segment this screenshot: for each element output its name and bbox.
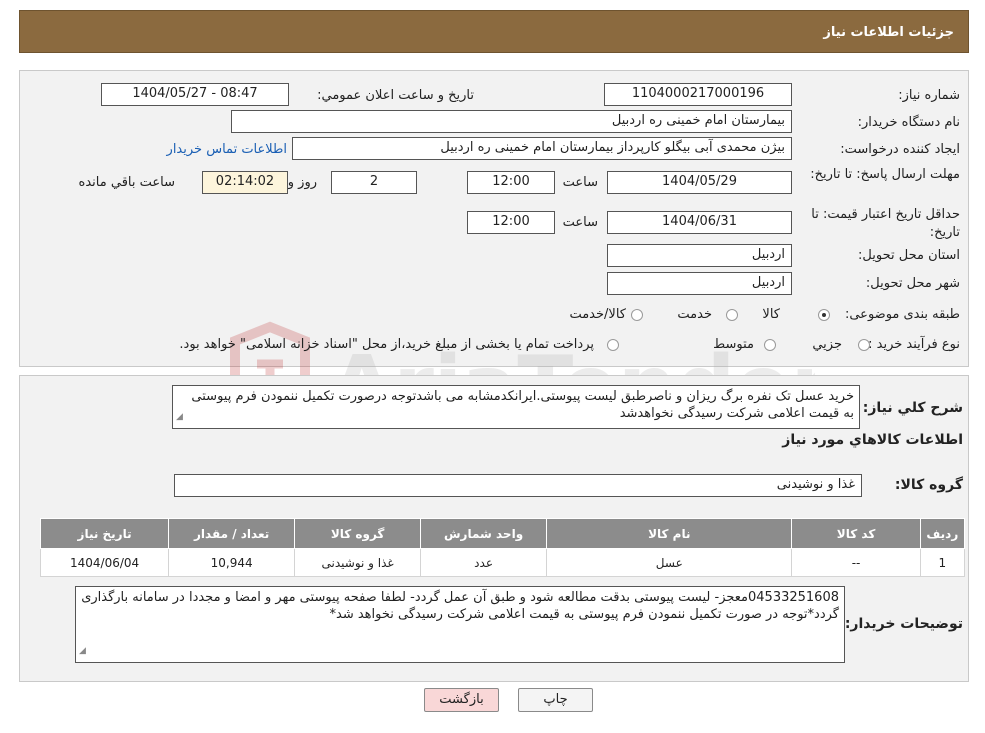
reply-date-field: 1404/05/29: [607, 171, 792, 194]
reply-deadline-label: مهلت ارسال پاسخ: تا تاریخ:: [810, 167, 960, 182]
need-number-field: 1104000217000196: [604, 83, 792, 106]
purchase-medium-label: متوسط: [713, 337, 754, 352]
validity-date-field: 1404/06/31: [607, 211, 792, 234]
goods-group-label: گروه کالا:: [894, 477, 963, 493]
category-service-label: خدمت: [677, 307, 712, 322]
remaining-time-field: 02:14:02: [202, 171, 288, 194]
cell-date: 1404/06/04: [39, 548, 170, 577]
category-goods-radio[interactable]: [818, 309, 830, 321]
buyer-org-label: نام دستگاه خریدار:: [857, 115, 960, 130]
days-field: 2: [331, 171, 417, 194]
purchase-medium-radio[interactable]: [764, 339, 776, 351]
col-unit-header: واحد شمارش: [420, 518, 548, 549]
col-group-header: گروه کالا: [294, 518, 422, 549]
announce-datetime-field: 1404/05/27 - 08:47: [101, 83, 289, 106]
purchase-minor-label: جزیي: [812, 337, 842, 352]
province-label: استان محل تحویل:: [858, 248, 960, 263]
cell-group: غذا و نوشیدنی: [294, 548, 422, 577]
category-label: طبقه بندی موضوعی:: [844, 307, 960, 322]
announce-datetime-label: تاریخ و ساعت اعلان عمومي:: [317, 88, 474, 103]
cell-qty: 10,944: [168, 548, 296, 577]
goods-info-heading: اطلاعات کالاهاي مورد نیاز: [782, 432, 963, 448]
goods-table: ردیف کد کالا نام کالا واحد شمارش گروه کا…: [39, 518, 966, 577]
need-number-label: شماره نیاز:: [898, 88, 960, 103]
purchase-treasury-checkbox[interactable]: [607, 339, 619, 351]
contact-buyer-link[interactable]: اطلاعات تماس خریدار: [167, 142, 287, 157]
purchase-minor-radio[interactable]: [858, 339, 870, 351]
requester-label: ایجاد کننده درخواست:: [840, 142, 960, 157]
price-validity-label: حداقل تاریخ اعتبار قیمت: تا تاریخ:: [811, 207, 960, 240]
col-qty-header: تعداد / مقدار: [168, 518, 296, 549]
category-both-radio[interactable]: [631, 309, 643, 321]
resize-grip-icon[interactable]: ◢: [79, 643, 86, 660]
col-code-header: کد کالا: [791, 518, 921, 549]
category-service-radio[interactable]: [726, 309, 738, 321]
category-both-label: کالا/خدمت: [569, 307, 626, 322]
validity-time-field: 12:00: [467, 211, 555, 234]
col-name-header: نام کالا: [546, 518, 793, 549]
cell-code: --: [791, 548, 921, 577]
cell-unit: عدد: [420, 548, 548, 577]
days-label: روز و: [287, 175, 317, 190]
category-goods-label: کالا: [762, 307, 780, 322]
reply-time-label: ساعت: [562, 175, 598, 190]
col-date-header: تاریخ نیاز: [39, 518, 170, 549]
goods-group-field: غذا و نوشیدنی: [174, 474, 862, 497]
col-row-header: ردیف: [919, 518, 966, 549]
buyer-notes-textarea[interactable]: 04533251608معجز- لیست پیوستی بدقت مطالعه…: [75, 586, 845, 663]
province-field: اردبیل: [607, 244, 792, 267]
requester-field: بیژن محمدی آبی بیگلو کارپرداز بیمارستان …: [292, 137, 792, 160]
buyer-org-field: بیمارستان امام خمینی ره اردبیل: [231, 110, 792, 133]
purchase-treasury-note: پرداخت تمام یا بخشی از مبلغ خرید،از محل …: [179, 337, 594, 352]
need-details-panel: AriaTender.neT شماره نیاز: 1104000217000…: [19, 70, 969, 443]
page-title: جزئیات اطلاعات نیاز: [823, 25, 954, 40]
reply-time-field: 12:00: [467, 171, 555, 194]
cell-row: 1: [919, 548, 966, 577]
print-button[interactable]: چاپ: [518, 688, 593, 712]
back-button[interactable]: بازگشت: [424, 688, 499, 712]
table-row: 1 -- عسل عدد غذا و نوشیدنی 10,944 1404/0…: [39, 548, 966, 577]
remaining-label: ساعت باقي مانده: [78, 175, 175, 190]
buyer-notes-label: توضیحات خریدار:: [844, 616, 963, 632]
page-header: جزئیات اطلاعات نیاز: [19, 10, 969, 53]
cell-name: عسل: [546, 548, 793, 577]
description-label: شرح کلي نیاز:: [862, 400, 963, 416]
purchase-type-label: نوع فرآیند خرید :: [868, 337, 960, 352]
city-label: شهر محل تحویل:: [865, 276, 960, 291]
description-textarea[interactable]: خرید عسل تک نفره برگ ریزان و ناصرطبق لیس…: [172, 385, 860, 429]
goods-panel: شرح کلي نیاز: خرید عسل تک نفره برگ ریزان…: [19, 375, 969, 682]
city-field: اردبیل: [607, 272, 792, 295]
validity-time-label: ساعت: [562, 215, 598, 230]
resize-grip-icon[interactable]: ◢: [176, 409, 183, 426]
